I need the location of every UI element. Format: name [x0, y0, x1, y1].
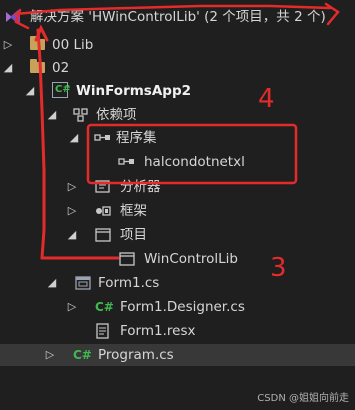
- csharp-project-icon: C#: [52, 82, 71, 100]
- chevron-down-icon[interactable]: ◢: [46, 274, 58, 292]
- chevron-right-icon[interactable]: ▷: [66, 298, 78, 316]
- solution-row[interactable]: 解决方案 'HWinControlLib' (2 个项目，共 2 个): [0, 6, 355, 28]
- chevron-down-icon[interactable]: ◢: [24, 82, 36, 100]
- folder-icon: [30, 59, 45, 73]
- tree-item-label: 00 Lib: [52, 37, 94, 53]
- tree-item-frameworks[interactable]: ▷ 框架: [0, 200, 355, 222]
- project-reference-icon: [95, 228, 111, 242]
- chevron-right-icon[interactable]: ▷: [66, 202, 78, 220]
- tree-item-form1-resx[interactable]: Form1.resx: [0, 320, 355, 342]
- windows-form-icon: [75, 276, 91, 290]
- tree-item-label: WinControlLib: [144, 251, 238, 267]
- tree-item-project-reference[interactable]: WinControlLib: [0, 248, 355, 270]
- assembly-reference-icon: [118, 158, 134, 165]
- assembly-reference-icon: [94, 134, 110, 141]
- tree-item-form1-designer[interactable]: ▷ C# Form1.Designer.cs: [0, 296, 355, 318]
- tree-item-projects[interactable]: ◢ 项目: [0, 224, 355, 246]
- tree-item-program[interactable]: ▷ C# Program.cs: [0, 344, 355, 366]
- chevron-right-icon[interactable]: ▷: [44, 346, 56, 364]
- analyzer-icon: [95, 180, 110, 193]
- tree-item-folder-02[interactable]: ◢ 02: [0, 57, 355, 79]
- tree-item-project[interactable]: ◢ C# WinFormsApp2: [0, 80, 355, 102]
- annotation-label-4: 4: [258, 84, 275, 114]
- csharp-file-icon: C#: [73, 348, 92, 362]
- folder-icon: [30, 36, 45, 50]
- tree-item-label: 分析器: [120, 179, 161, 195]
- chevron-down-icon[interactable]: ◢: [46, 106, 58, 124]
- resource-file-icon: [96, 323, 109, 339]
- csharp-file-icon: C#: [95, 300, 114, 314]
- tree-item-label: WinFormsApp2: [76, 83, 192, 99]
- tree-item-analyzers[interactable]: ▷ 分析器: [0, 176, 355, 198]
- tree-item-label: Form1.Designer.cs: [120, 299, 245, 315]
- tree-item-label: 程序集: [116, 130, 157, 146]
- tree-item-label: Program.cs: [98, 347, 174, 363]
- chevron-down-icon[interactable]: ◢: [2, 59, 14, 77]
- tree-item-label: 项目: [120, 227, 147, 243]
- annotation-label-3: 3: [270, 253, 287, 283]
- tree-item-label: Form1.cs: [98, 275, 160, 291]
- visual-studio-solution-icon: [6, 10, 20, 24]
- tree-item-label: Form1.resx: [120, 323, 196, 339]
- tree-item-lib-folder[interactable]: ▷ 00 Lib: [0, 34, 355, 56]
- tree-item-label: 依赖项: [96, 107, 137, 123]
- chevron-right-icon[interactable]: ▷: [66, 178, 78, 196]
- project-reference-icon: [119, 252, 135, 266]
- chevron-down-icon[interactable]: ◢: [66, 226, 78, 244]
- tree-item-label: halcondotnetxl: [144, 154, 245, 170]
- tree-item-assembly[interactable]: halcondotnetxl: [0, 151, 355, 173]
- framework-icon: [96, 206, 111, 216]
- dependencies-icon: [73, 108, 88, 122]
- solution-label: 解决方案 'HWinControlLib' (2 个项目，共 2 个): [30, 9, 326, 25]
- tree-item-label: 框架: [120, 203, 147, 219]
- watermark: CSDN @姐姐向前走: [257, 393, 349, 404]
- tree-item-form1[interactable]: ◢ Form1.cs: [0, 272, 355, 294]
- tree-item-dependencies[interactable]: ◢ 依赖项: [0, 104, 355, 126]
- tree-item-assemblies[interactable]: ◢ 程序集: [0, 127, 355, 149]
- tree-item-label: 02: [52, 60, 70, 76]
- chevron-right-icon[interactable]: ▷: [2, 36, 14, 54]
- chevron-down-icon[interactable]: ◢: [68, 129, 80, 147]
